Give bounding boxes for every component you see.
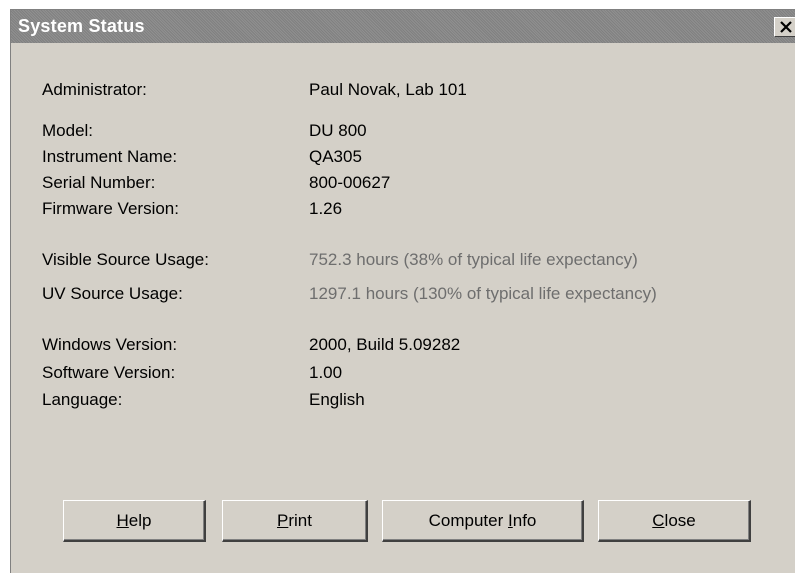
- visible-source-usage-value: 752.3 hours (38% of typical life expecta…: [309, 250, 638, 269]
- close-button-label: Close: [652, 510, 696, 530]
- model-label: Model:: [42, 121, 94, 140]
- computer-info-button-label: Computer Info: [428, 510, 537, 530]
- close-button[interactable]: Close: [598, 500, 751, 542]
- help-button-label: Help: [116, 510, 152, 530]
- language-label: Language:: [42, 390, 123, 409]
- software-version-label: Software Version:: [42, 363, 176, 382]
- serial-number-label: Serial Number:: [42, 173, 156, 192]
- firmware-version-label: Firmware Version:: [42, 199, 179, 218]
- print-button-label: Print: [277, 510, 312, 530]
- computer-info-button[interactable]: Computer Info: [382, 500, 584, 542]
- window-title: System Status: [18, 16, 145, 36]
- administrator-value: Paul Novak, Lab 101: [309, 80, 467, 99]
- close-window-button[interactable]: [774, 17, 795, 37]
- help-button[interactable]: Help: [63, 500, 206, 542]
- administrator-label: Administrator:: [42, 80, 147, 99]
- serial-number-value: 800-00627: [309, 173, 391, 192]
- title-bar[interactable]: System Status: [11, 10, 795, 43]
- system-status-dialog: System Status Administrator: Paul Novak,…: [10, 9, 795, 573]
- close-icon: [780, 21, 792, 33]
- instrument-name-value: QA305: [309, 147, 362, 166]
- instrument-name-label: Instrument Name:: [42, 147, 178, 166]
- windows-version-label: Windows Version:: [42, 335, 178, 354]
- model-value: DU 800: [309, 121, 367, 140]
- language-value: English: [309, 390, 365, 409]
- print-button[interactable]: Print: [222, 500, 368, 542]
- uv-source-usage-value: 1297.1 hours (130% of typical life expec…: [309, 284, 657, 303]
- windows-version-value: 2000, Build 5.09282: [309, 335, 461, 354]
- firmware-version-value: 1.26: [309, 199, 343, 218]
- visible-source-usage-label: Visible Source Usage:: [42, 250, 209, 269]
- uv-source-usage-label: UV Source Usage:: [42, 284, 183, 303]
- software-version-value: 1.00: [309, 363, 343, 382]
